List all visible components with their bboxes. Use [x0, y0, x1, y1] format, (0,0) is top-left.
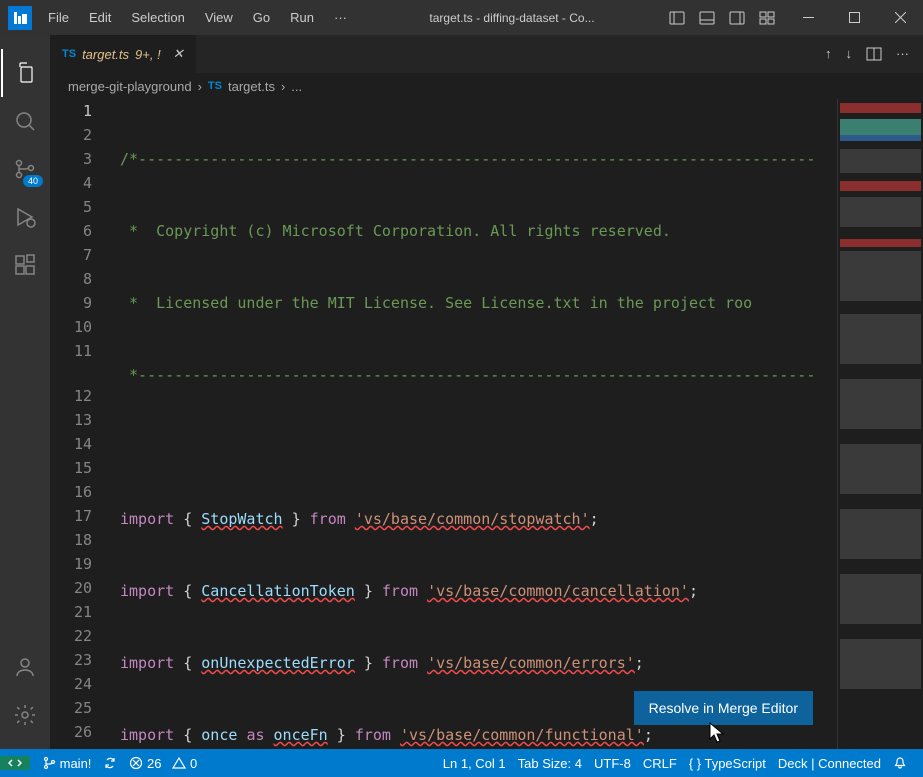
- encoding[interactable]: UTF-8: [594, 756, 631, 771]
- deck-status[interactable]: Deck | Connected: [778, 756, 881, 771]
- chevron-right-icon: ›: [281, 79, 285, 94]
- tab-size[interactable]: Tab Size: 4: [518, 756, 582, 771]
- editor-tab[interactable]: TS target.ts 9+, ! ✕: [50, 35, 196, 73]
- minimap[interactable]: [837, 99, 923, 749]
- problems-indicator[interactable]: 26 0: [129, 756, 197, 771]
- maximize-button[interactable]: [831, 0, 877, 35]
- menu-file[interactable]: File: [40, 6, 77, 29]
- tab-metadata: 9+, !: [135, 47, 161, 62]
- layout-controls: [669, 10, 785, 26]
- menu-view[interactable]: View: [197, 6, 241, 29]
- search-icon[interactable]: [1, 97, 49, 145]
- typescript-file-icon: TS: [62, 48, 76, 60]
- breadcrumb-file[interactable]: target.ts: [228, 79, 275, 94]
- status-bar: main! 26 0 Ln 1, Col 1 Tab Size: 4 UTF-8…: [0, 749, 923, 777]
- tab-filename: target.ts: [82, 47, 129, 62]
- scm-badge: 40: [23, 175, 43, 187]
- menu-go[interactable]: Go: [245, 6, 278, 29]
- explorer-icon[interactable]: [1, 49, 49, 97]
- menu-selection[interactable]: Selection: [123, 6, 192, 29]
- sync-indicator[interactable]: [103, 756, 117, 771]
- cursor-position[interactable]: Ln 1, Col 1: [443, 756, 506, 771]
- tab-bar: TS target.ts 9+, ! ✕ ↑ ↓ ···: [50, 35, 923, 73]
- branch-indicator[interactable]: main!: [42, 756, 91, 771]
- panel-bottom-icon[interactable]: [699, 10, 715, 26]
- menu-run[interactable]: Run: [282, 6, 322, 29]
- source-control-icon[interactable]: 40: [1, 145, 49, 193]
- download-icon[interactable]: ↓: [846, 46, 853, 62]
- code-editor[interactable]: /*--------------------------------------…: [120, 99, 923, 749]
- window-title: target.ts - diffing-dataset - Co...: [355, 11, 669, 25]
- close-button[interactable]: [877, 0, 923, 35]
- minimize-button[interactable]: [785, 0, 831, 35]
- activity-bar: 40: [0, 35, 50, 749]
- language-mode[interactable]: { } TypeScript: [689, 756, 766, 771]
- chevron-right-icon: ›: [198, 79, 202, 94]
- menu-more[interactable]: ···: [326, 6, 355, 29]
- menu-edit[interactable]: Edit: [81, 6, 119, 29]
- resolve-merge-editor-button[interactable]: Resolve in Merge Editor: [634, 691, 813, 725]
- title-bar: File Edit Selection View Go Run ··· targ…: [0, 0, 923, 35]
- more-actions-icon[interactable]: ···: [896, 46, 909, 62]
- remote-indicator[interactable]: [0, 756, 30, 770]
- upload-icon[interactable]: ↑: [825, 46, 832, 62]
- breadcrumb-more[interactable]: ...: [291, 79, 302, 94]
- layout-icon[interactable]: [759, 10, 775, 26]
- typescript-file-icon: TS: [208, 80, 222, 92]
- breadcrumbs[interactable]: merge-git-playground › TS target.ts › ..…: [50, 73, 923, 99]
- panel-left-icon[interactable]: [669, 10, 685, 26]
- notifications-icon[interactable]: [893, 756, 907, 770]
- split-editor-icon[interactable]: [866, 46, 882, 62]
- settings-gear-icon[interactable]: [1, 691, 49, 739]
- extensions-icon[interactable]: [1, 241, 49, 289]
- window-controls: [785, 0, 923, 35]
- editor-area: TS target.ts 9+, ! ✕ ↑ ↓ ··· merge-git-p…: [50, 35, 923, 749]
- menu-bar: File Edit Selection View Go Run ···: [40, 6, 355, 29]
- eol[interactable]: CRLF: [643, 756, 677, 771]
- run-debug-icon[interactable]: [1, 193, 49, 241]
- app-icon[interactable]: [8, 6, 32, 30]
- line-number-gutter: 1 2 3 4 5 6 7 8 9 10 11 12 13 14 15 16 1…: [50, 99, 120, 749]
- accounts-icon[interactable]: [1, 643, 49, 691]
- breadcrumb-folder[interactable]: merge-git-playground: [68, 79, 192, 94]
- tab-close-icon[interactable]: ✕: [173, 46, 184, 62]
- panel-right-icon[interactable]: [729, 10, 745, 26]
